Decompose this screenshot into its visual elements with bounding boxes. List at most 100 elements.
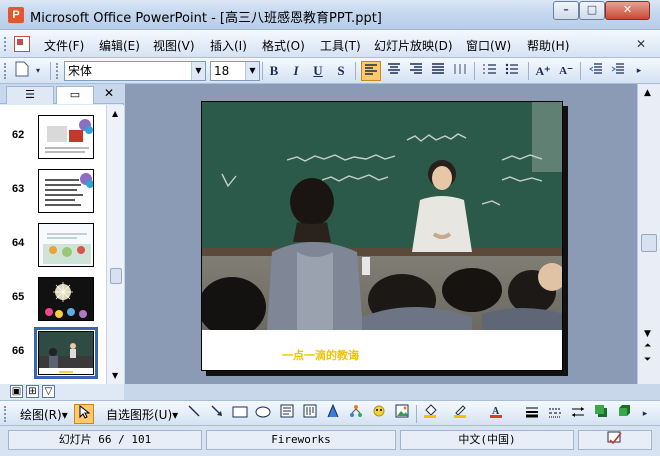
font-name-combo[interactable]: 宋体 ▼	[64, 61, 206, 81]
slide-editing-area[interactable]: 一点一滴的教诲	[125, 84, 637, 384]
fill-color-icon[interactable]	[420, 404, 440, 424]
panel-tabs: ☰ ▭ ✕	[0, 84, 124, 104]
close-window-button[interactable]: ✕	[605, 1, 650, 20]
current-slide[interactable]: 一点一滴的教诲	[201, 101, 563, 371]
normal-view-icon[interactable]: ▣	[10, 385, 23, 398]
close-document-icon[interactable]: ✕	[636, 37, 646, 51]
line-style-icon[interactable]	[522, 404, 542, 424]
new-document-icon[interactable]	[12, 61, 32, 81]
close-panel-icon[interactable]: ✕	[104, 86, 114, 100]
menu-file[interactable]: 文件(F)	[44, 37, 84, 54]
menu-help[interactable]: 帮助(H)	[527, 37, 569, 54]
menu-window[interactable]: 窗口(W)	[466, 37, 511, 54]
thumbnail-scrollbar[interactable]: ▲ ▼	[106, 105, 124, 384]
menu-format[interactable]: 格式(O)	[262, 37, 305, 54]
new-dropdown-icon[interactable]: ▾	[32, 61, 44, 81]
minimize-button[interactable]: –	[553, 1, 579, 20]
scrollbar-thumb[interactable]	[641, 234, 657, 252]
bullets-icon[interactable]	[502, 61, 522, 81]
slide-number: 65	[12, 291, 25, 303]
toolbar-options-icon[interactable]: ▸	[638, 404, 652, 424]
toolbar-grip[interactable]	[4, 37, 7, 51]
scroll-down-icon[interactable]: ▼	[112, 371, 118, 380]
numbering-icon[interactable]	[480, 61, 500, 81]
arrow-style-icon[interactable]	[568, 404, 588, 424]
slide-scrollbar[interactable]: ▲ ▼ ⏶ ⏷	[637, 84, 660, 384]
text-box-icon[interactable]	[277, 404, 297, 424]
font-size-value: 18	[214, 64, 230, 78]
clip-art-icon[interactable]	[369, 404, 389, 424]
oval-tool-icon[interactable]	[253, 404, 273, 424]
toolbar-grip[interactable]	[56, 63, 59, 79]
chevron-down-icon[interactable]: ▼	[191, 62, 205, 80]
dash-style-icon[interactable]	[545, 404, 565, 424]
thumbnail-row[interactable]: 63	[0, 165, 106, 219]
bold-button[interactable]: B	[264, 61, 284, 81]
increase-indent-icon[interactable]	[608, 61, 628, 81]
line-color-icon[interactable]	[450, 404, 470, 424]
thumbnail-row[interactable]: 66	[0, 327, 106, 381]
slide-thumbnail[interactable]	[38, 169, 94, 213]
arrow-tool-icon[interactable]	[207, 404, 227, 424]
font-color-icon[interactable]: A	[486, 404, 506, 424]
insert-picture-icon[interactable]	[392, 404, 412, 424]
menu-tools[interactable]: 工具(T)	[320, 37, 361, 54]
menu-insert[interactable]: 插入(I)	[210, 37, 247, 54]
vertical-text-box-icon[interactable]	[300, 404, 320, 424]
rectangle-tool-icon[interactable]	[230, 404, 250, 424]
scroll-down-icon[interactable]: ▼	[644, 330, 651, 339]
slide-sorter-view-icon[interactable]: ⊞	[26, 385, 39, 398]
scroll-up-icon[interactable]: ▲	[644, 88, 651, 98]
shrink-font-button[interactable]: A⁻	[556, 61, 576, 81]
line-tool-icon[interactable]	[184, 404, 204, 424]
align-right-button[interactable]	[406, 61, 426, 81]
distribute-icon[interactable]	[450, 61, 470, 81]
slideshow-view-icon[interactable]: ▽	[42, 385, 55, 398]
thumbnail-row[interactable]: 62	[0, 111, 106, 165]
view-buttons: ▣ ⊞ ▽	[0, 384, 124, 400]
autoshapes-button[interactable]: 自选图形(U)▾	[106, 406, 178, 423]
justify-button[interactable]	[428, 61, 448, 81]
shadow-button[interactable]: S	[331, 61, 351, 81]
menu-slideshow[interactable]: 幻灯片放映(D)	[374, 37, 453, 54]
thumbnail-row[interactable]: 64	[0, 219, 106, 273]
align-center-button[interactable]	[384, 61, 404, 81]
previous-slide-icon[interactable]: ⏶	[644, 342, 651, 351]
scroll-up-icon[interactable]: ▲	[112, 109, 118, 118]
3d-style-icon[interactable]	[614, 404, 634, 424]
next-slide-icon[interactable]: ⏷	[644, 356, 651, 365]
draw-menu-button[interactable]: 绘图(R)▾	[20, 406, 68, 423]
wordart-icon[interactable]	[323, 403, 343, 424]
classroom-photo[interactable]	[202, 102, 563, 330]
slide-thumbnail[interactable]	[38, 223, 94, 267]
font-size-combo[interactable]: 18 ▼	[210, 61, 260, 81]
slide-thumbnail[interactable]	[38, 115, 94, 159]
powerpoint-app-icon[interactable]: P	[8, 7, 24, 23]
decrease-indent-icon[interactable]	[586, 61, 606, 81]
drawing-toolbar: 绘图(R)▾ 自选图形(U)▾ A ▸	[0, 400, 660, 426]
chevron-down-icon[interactable]: ▼	[245, 62, 259, 80]
shadow-style-icon[interactable]	[591, 404, 611, 424]
toolbar-grip[interactable]	[4, 406, 7, 422]
thumbnail-row[interactable]: 65	[0, 273, 106, 327]
select-pointer-icon[interactable]	[74, 404, 94, 424]
menu-view[interactable]: 视图(V)	[153, 37, 195, 54]
align-left-button[interactable]	[361, 61, 381, 81]
slide-caption[interactable]: 一点一滴的教诲	[282, 347, 359, 363]
maximize-button[interactable]: □	[579, 1, 605, 20]
italic-button[interactable]: I	[286, 61, 306, 81]
diagram-icon[interactable]	[346, 404, 366, 424]
document-icon[interactable]	[14, 36, 30, 52]
slide-thumbnail-selected[interactable]	[34, 327, 98, 379]
underline-button[interactable]: U	[308, 61, 328, 81]
spelling-status-icon[interactable]	[578, 430, 652, 450]
window-title: Microsoft Office PowerPoint - [高三八班感恩教育P…	[30, 11, 382, 26]
toolbar-options-icon[interactable]: ▸	[632, 61, 646, 81]
scrollbar-thumb[interactable]	[110, 268, 122, 284]
tab-slides[interactable]: ▭	[56, 86, 94, 104]
grow-font-button[interactable]: A⁺	[533, 61, 553, 81]
slide-thumbnail[interactable]	[38, 277, 94, 321]
tab-outline[interactable]: ☰	[6, 86, 54, 104]
menu-edit[interactable]: 编辑(E)	[99, 37, 140, 54]
toolbar-grip[interactable]	[4, 63, 7, 79]
